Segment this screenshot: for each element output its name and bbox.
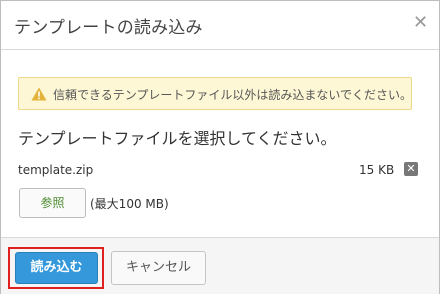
warning-text: 信頼できるテンプレートファイル以外は読み込まないでください。 bbox=[53, 88, 413, 102]
import-button[interactable]: 読み込む bbox=[15, 252, 98, 284]
size-limit-note: (最大100 MB) bbox=[90, 197, 169, 211]
warning-icon bbox=[31, 87, 47, 101]
warning-banner: 信頼できるテンプレートファイル以外は読み込まないでください。 bbox=[18, 77, 412, 110]
dialog-header: テンプレートの読み込み ✕ bbox=[1, 1, 439, 50]
upload-instruction: テンプレートファイルを選択してください。 bbox=[18, 129, 337, 148]
import-template-dialog: テンプレートの読み込み ✕ 信頼できるテンプレートファイル以外は読み込まないでく… bbox=[0, 0, 440, 294]
remove-file-icon[interactable]: ✕ bbox=[404, 162, 418, 176]
cancel-button[interactable]: キャンセル bbox=[111, 251, 206, 285]
close-icon[interactable]: ✕ bbox=[413, 13, 428, 33]
selected-file-name: template.zip bbox=[18, 163, 94, 177]
browse-button[interactable]: 参照 bbox=[19, 188, 86, 218]
selected-file-size: 15 KB bbox=[359, 163, 395, 177]
dialog-title: テンプレートの読み込み bbox=[14, 18, 203, 38]
